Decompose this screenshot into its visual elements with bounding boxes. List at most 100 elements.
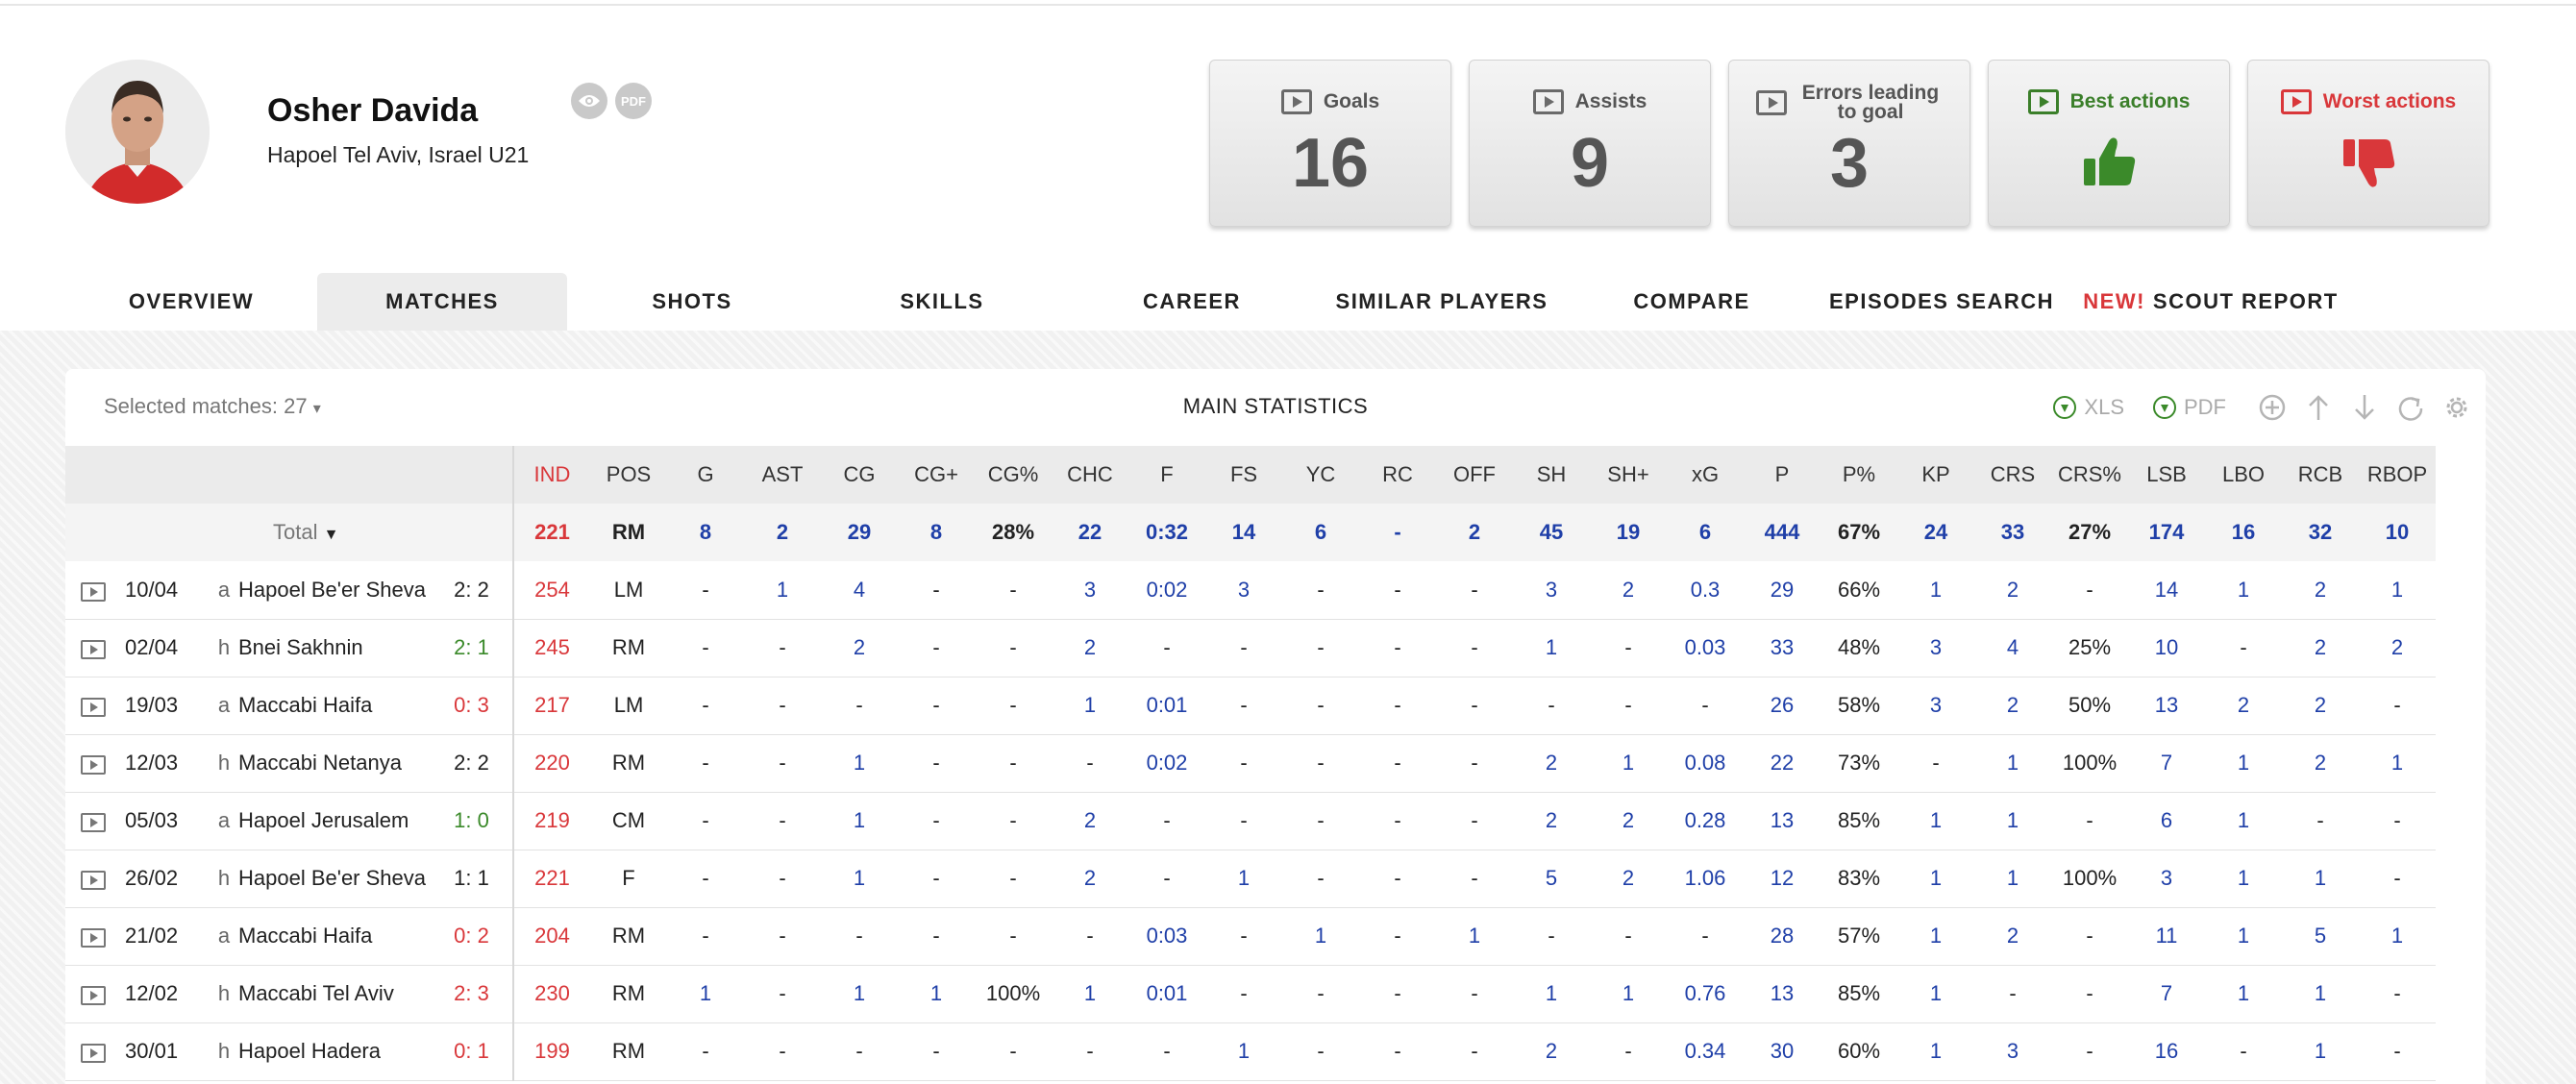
tab-career[interactable]: CAREER	[1067, 273, 1317, 331]
tab-episodes-search[interactable]: EPISODES SEARCH	[1817, 273, 2067, 331]
stat-cell[interactable]: 3	[1974, 1022, 2051, 1080]
stat-cell[interactable]: 2	[1052, 619, 1128, 677]
col-header[interactable]: POS	[590, 446, 667, 504]
stat-cell[interactable]: 1	[1590, 734, 1667, 792]
stat-cell[interactable]: 3	[1052, 561, 1128, 619]
col-header[interactable]: AST	[744, 446, 821, 504]
play-video-button[interactable]	[65, 850, 121, 907]
stat-cell[interactable]: 83%	[1821, 850, 1897, 907]
play-video-button[interactable]	[65, 792, 121, 850]
play-video-button[interactable]	[65, 734, 121, 792]
table-row[interactable]: 26/02 h Hapoel Be'er Sheva 1: 1 221 F - - 1 - - 2 - 1…	[65, 850, 2436, 907]
stat-cell[interactable]: 6	[2128, 792, 2205, 850]
stat-cell[interactable]: 2	[2359, 619, 2436, 677]
total-dropdown[interactable]: Total ▼	[65, 504, 514, 561]
col-header[interactable]: SH	[1513, 446, 1590, 504]
sort-down-icon[interactable]	[2349, 392, 2380, 423]
stat-cell[interactable]: 3	[1205, 561, 1282, 619]
stat-cell[interactable]: 1	[2359, 561, 2436, 619]
tab-skills[interactable]: SKILLS	[817, 273, 1067, 331]
col-header[interactable]: F	[1128, 446, 1205, 504]
settings-gear-icon[interactable]	[2441, 392, 2472, 423]
col-header[interactable]: xG	[1667, 446, 1744, 504]
col-header[interactable]: SH+	[1590, 446, 1667, 504]
col-header[interactable]: P%	[1821, 446, 1897, 504]
stat-cell[interactable]: 1	[2205, 734, 2282, 792]
stat-cell[interactable]: 0:01	[1128, 677, 1205, 734]
tab-matches[interactable]: MATCHES	[317, 273, 567, 331]
col-header[interactable]: CG%	[975, 446, 1052, 504]
stat-cell[interactable]: 11	[2128, 907, 2205, 965]
stat-cell[interactable]: 1	[1052, 965, 1128, 1022]
stat-cell[interactable]: 1	[1974, 792, 2051, 850]
stat-cell[interactable]: 3	[1513, 561, 1590, 619]
col-header[interactable]: RBOP	[2359, 446, 2436, 504]
col-header[interactable]: CRS%	[2051, 446, 2128, 504]
stat-cell[interactable]: 0.34	[1667, 1022, 1744, 1080]
stat-cell[interactable]: 4	[1974, 619, 2051, 677]
stat-cell[interactable]: 100%	[2051, 850, 2128, 907]
col-header[interactable]: KP	[1897, 446, 1974, 504]
opponent-name[interactable]: Hapoel Be'er Sheva	[238, 850, 431, 907]
col-header[interactable]: LBO	[2205, 446, 2282, 504]
stat-cell[interactable]: 100%	[2051, 734, 2128, 792]
stat-cell[interactable]: 1	[821, 850, 898, 907]
eye-icon[interactable]	[571, 83, 607, 119]
table-row[interactable]: 10/04 a Hapoel Be'er Sheva 2: 2 254 LM -1 4- -3 0…	[65, 561, 2436, 619]
stat-cell[interactable]: 2	[2282, 734, 2359, 792]
play-video-button[interactable]	[65, 619, 121, 677]
stat-cell[interactable]: 2	[1974, 677, 2051, 734]
stat-cell[interactable]: 2	[1052, 850, 1128, 907]
play-video-button[interactable]	[65, 561, 121, 619]
stat-cell[interactable]: 2	[1052, 792, 1128, 850]
play-video-button[interactable]	[65, 965, 121, 1022]
stat-cell[interactable]: 26	[1744, 677, 1821, 734]
stat-cell[interactable]: 1	[1513, 619, 1590, 677]
stat-cell[interactable]: 2	[1513, 734, 1590, 792]
stat-cell[interactable]: 2	[1513, 792, 1590, 850]
stat-cell[interactable]: 25%	[2051, 619, 2128, 677]
stat-cell[interactable]: 2	[1974, 907, 2051, 965]
stat-cell[interactable]: 1	[1974, 850, 2051, 907]
stat-cell[interactable]: 7	[2128, 734, 2205, 792]
opponent-name[interactable]: Bnei Sakhnin	[238, 619, 431, 677]
stat-cell[interactable]: 33	[1744, 619, 1821, 677]
stat-cell[interactable]: 2	[1974, 561, 2051, 619]
tab-compare[interactable]: COMPARE	[1567, 273, 1817, 331]
stat-cell[interactable]: 0.28	[1667, 792, 1744, 850]
opponent-name[interactable]: Hapoel Jerusalem	[238, 792, 431, 850]
stat-cell[interactable]: 13	[1744, 965, 1821, 1022]
stat-cell[interactable]: 2	[2282, 677, 2359, 734]
stat-cell[interactable]: 0:02	[1128, 561, 1205, 619]
xls-download-button[interactable]: XLS	[2053, 395, 2124, 420]
tab-similar-players[interactable]: SIMILAR PLAYERS	[1317, 273, 1567, 331]
opponent-name[interactable]: Maccabi Tel Aviv	[238, 965, 431, 1022]
stat-cell[interactable]: 1	[2359, 734, 2436, 792]
stat-cell[interactable]: 12	[1744, 850, 1821, 907]
opponent-name[interactable]: Hapoel Hadera	[238, 1022, 431, 1080]
table-row[interactable]: 05/03 a Hapoel Jerusalem 1: 0 219 CM - - 1 - - 2 - - -…	[65, 792, 2436, 850]
stat-cell[interactable]: 3	[1897, 619, 1974, 677]
stat-cell[interactable]: 1	[1897, 1022, 1974, 1080]
stat-cell[interactable]: 0.03	[1667, 619, 1744, 677]
stat-cell[interactable]: 2	[2282, 619, 2359, 677]
stat-cell[interactable]: 0:03	[1128, 907, 1205, 965]
stat-cell[interactable]: 16	[2128, 1022, 2205, 1080]
stat-cell[interactable]: 1	[1052, 677, 1128, 734]
table-row[interactable]: 12/03 h Maccabi Netanya 2: 2 220 RM - - 1 - - - 0:02…	[65, 734, 2436, 792]
stat-cell[interactable]: 0:02	[1128, 734, 1205, 792]
stat-cell[interactable]: 5	[1513, 850, 1590, 907]
stat-cell[interactable]: 60%	[1821, 1022, 1897, 1080]
stat-cell[interactable]: 1	[821, 792, 898, 850]
col-header[interactable]: RC	[1359, 446, 1436, 504]
stat-cell[interactable]: 0:01	[1128, 965, 1205, 1022]
goals-card[interactable]: Goals 16	[1209, 60, 1451, 227]
stat-cell[interactable]: 1	[1513, 965, 1590, 1022]
table-row[interactable]: 21/02 a Maccabi Haifa 0: 2 204 RM - - - - - - 0:03 - 1…	[65, 907, 2436, 965]
tab-scout-report[interactable]: NEW! SCOUT REPORT	[2067, 273, 2355, 331]
stat-cell[interactable]: 1	[1897, 907, 1974, 965]
col-header[interactable]: P	[1744, 446, 1821, 504]
worst-actions-card[interactable]: Worst actions	[2247, 60, 2489, 227]
stat-cell[interactable]: 2	[2205, 677, 2282, 734]
stat-cell[interactable]: 10	[2128, 619, 2205, 677]
